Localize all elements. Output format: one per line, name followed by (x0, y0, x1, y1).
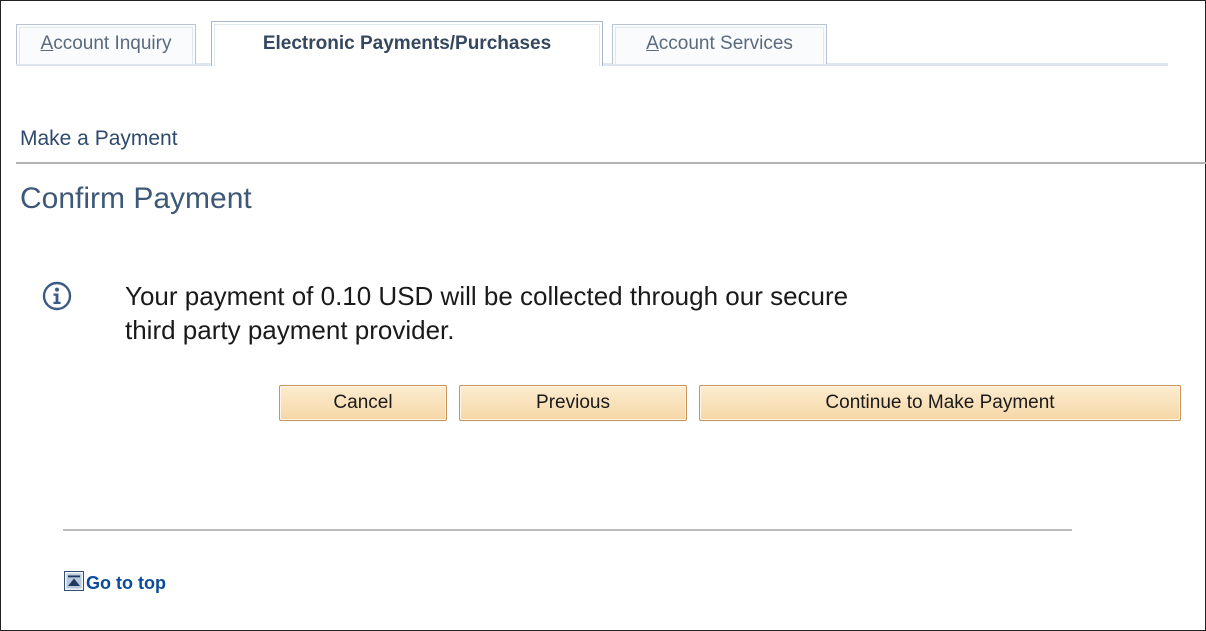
previous-button[interactable]: Previous (459, 385, 687, 421)
tab-label: Electronic Payments/Purchases (262, 33, 552, 54)
payment-message-line-2: third party payment provider. (125, 315, 455, 345)
tab-bar: Account Inquiry Electronic Payments/Purc… (16, 21, 1168, 66)
tab-access-key: A (40, 33, 54, 54)
tab-account-services[interactable]: Account Services (612, 24, 827, 64)
tab-account-inquiry[interactable]: Account Inquiry (16, 24, 196, 64)
go-to-top-icon (64, 571, 84, 591)
section-title: Make a Payment (20, 127, 178, 150)
info-icon (42, 281, 72, 311)
cancel-button[interactable]: Cancel (279, 385, 447, 421)
continue-to-make-payment-button[interactable]: Continue to Make Payment (699, 385, 1181, 421)
heading-divider (16, 162, 1206, 164)
go-to-top-link[interactable]: Go to top (64, 570, 166, 594)
go-to-top-label: Go to top (86, 573, 166, 593)
tab-label: ccount Inquiry (53, 33, 172, 54)
payment-message: Your payment of 0.10 USD will be collect… (125, 279, 1025, 347)
tab-label: ccount Services (658, 33, 793, 54)
page-title: Confirm Payment (20, 182, 252, 215)
payment-message-line-1: Your payment of 0.10 USD will be collect… (125, 281, 849, 311)
tab-electronic-payments-purchases[interactable]: Electronic Payments/Purchases (211, 21, 603, 66)
tab-access-key: A (646, 33, 659, 54)
footer-divider (63, 529, 1072, 531)
page-frame: Account Inquiry Electronic Payments/Purc… (0, 0, 1206, 631)
